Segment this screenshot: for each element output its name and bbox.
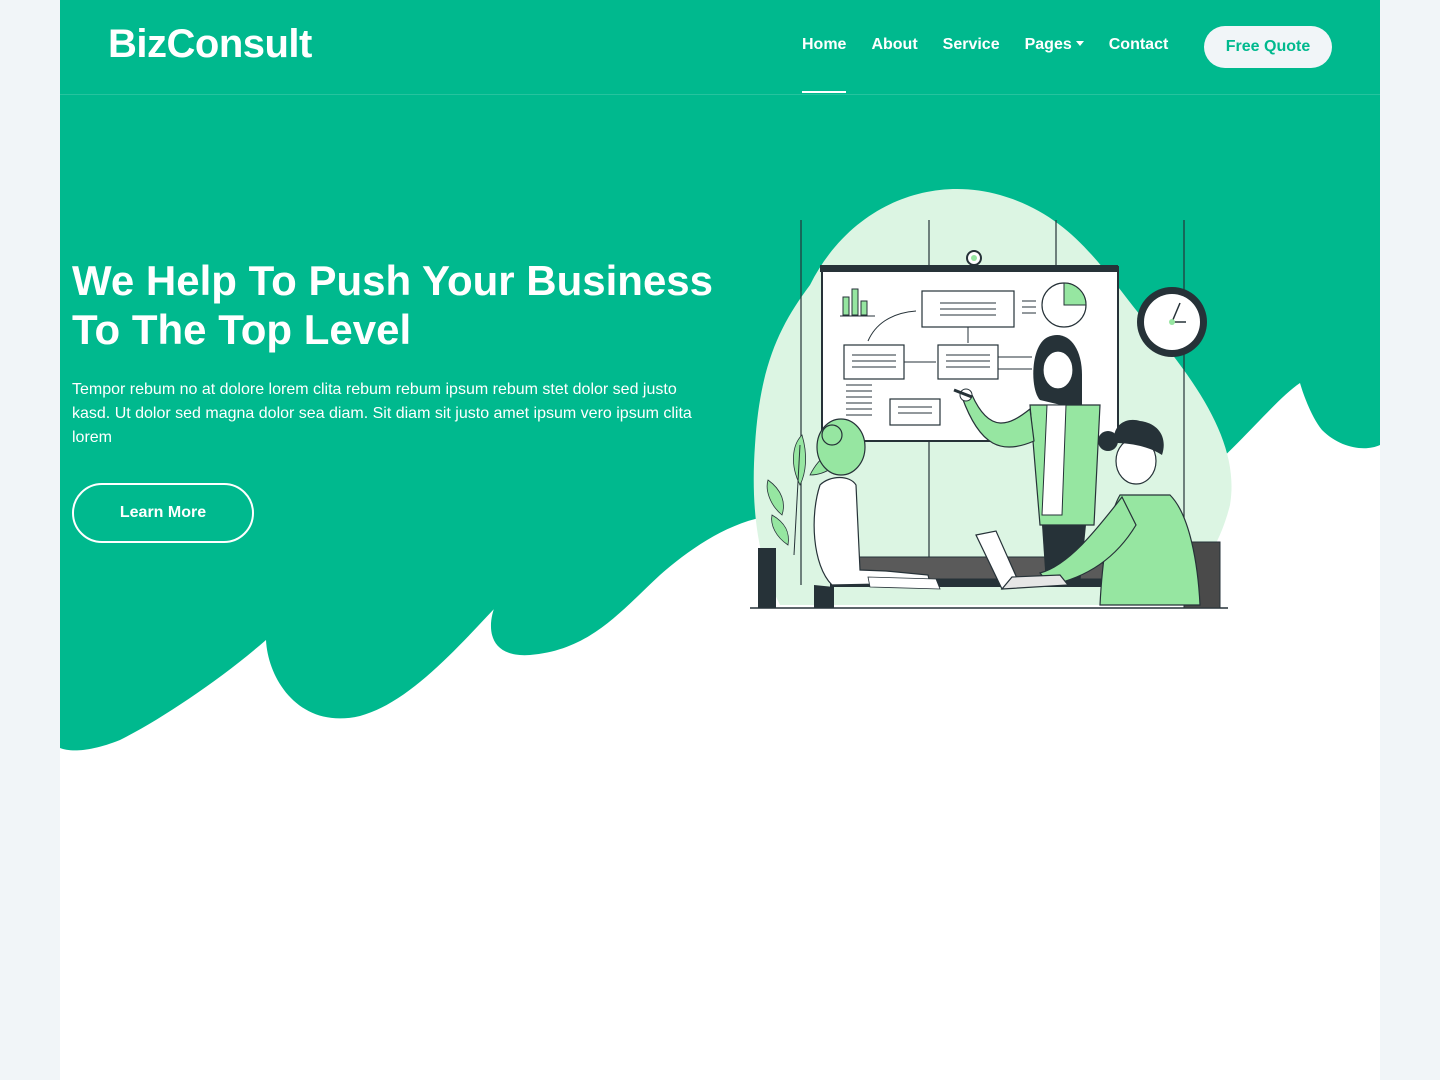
meeting-illustration: [750, 189, 1232, 609]
nav-about[interactable]: About: [871, 36, 917, 92]
nav-menu: Home About Service Pages Contact: [802, 36, 1193, 93]
page: BizConsult Home About Service Pages Cont…: [60, 0, 1380, 1080]
nav-pages-label: Pages: [1024, 36, 1072, 53]
nav-pages-dropdown[interactable]: Pages: [1025, 36, 1084, 92]
hero-description: Tempor rebum no at dolore lorem clita re…: [72, 381, 692, 446]
brand-logo[interactable]: BizConsult: [108, 22, 312, 67]
nav-home[interactable]: Home: [802, 36, 847, 93]
navbar: BizConsult Home About Service Pages Cont…: [60, 0, 1380, 95]
free-quote-button[interactable]: Free Quote: [1204, 26, 1332, 68]
nav-contact[interactable]: Contact: [1109, 36, 1169, 92]
learn-more-button[interactable]: Learn More: [72, 483, 254, 543]
nav-service[interactable]: Service: [943, 36, 1000, 92]
caret-down-icon: [1075, 41, 1084, 46]
hero-title: We Help To Push Your Business To The Top…: [72, 257, 714, 353]
